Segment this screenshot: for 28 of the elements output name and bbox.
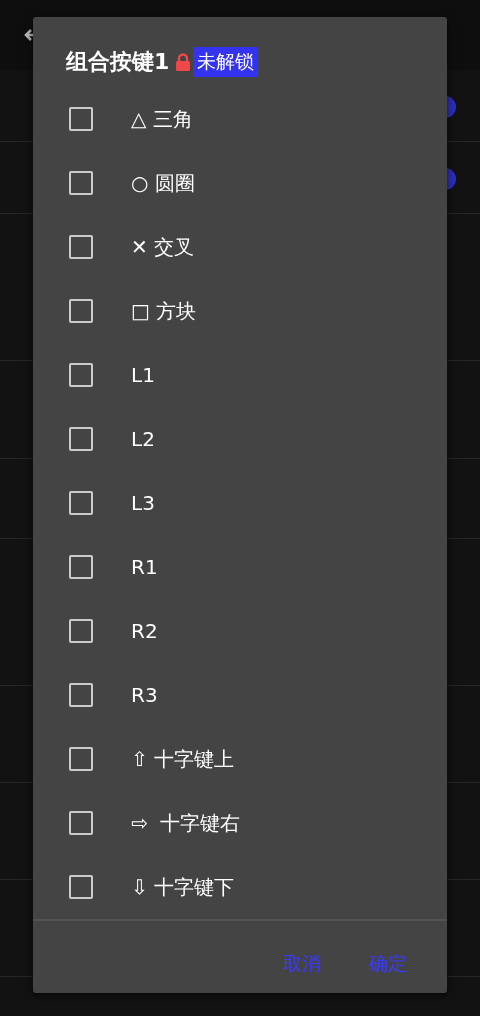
checkbox[interactable] xyxy=(69,299,93,323)
checkbox[interactable] xyxy=(69,427,93,451)
checkbox[interactable] xyxy=(69,363,93,387)
option-label[interactable]: ○ 圆圈 xyxy=(131,169,195,197)
option-label[interactable]: R2 xyxy=(131,619,158,643)
option-label[interactable]: ⇧ 十字键上 xyxy=(131,745,235,773)
option-label[interactable]: L2 xyxy=(131,427,155,451)
checkbox[interactable] xyxy=(69,747,93,771)
checkbox[interactable] xyxy=(69,619,93,643)
checkbox[interactable] xyxy=(69,811,93,835)
checkbox[interactable] xyxy=(69,491,93,515)
option-label[interactable]: ⇩ 十字键下 xyxy=(131,873,235,901)
option-label[interactable]: □ 方块 xyxy=(131,297,197,325)
option-label[interactable]: ⇨ 十字键右 xyxy=(131,809,241,837)
option-label[interactable]: ✕ 交叉 xyxy=(131,233,195,261)
checkbox[interactable] xyxy=(69,875,93,899)
checkbox[interactable] xyxy=(69,555,93,579)
checkbox[interactable] xyxy=(69,683,93,707)
option-label[interactable]: R1 xyxy=(131,555,158,579)
status-badge: 未解锁 xyxy=(193,47,259,77)
dialog-title: 组合按键1 xyxy=(66,48,170,76)
checkbox[interactable] xyxy=(69,107,93,131)
checkbox[interactable] xyxy=(69,235,93,259)
checkbox[interactable] xyxy=(69,171,93,195)
option-label[interactable]: L1 xyxy=(131,363,155,387)
option-label[interactable]: R3 xyxy=(131,683,158,707)
option-label[interactable]: △ 三角 xyxy=(131,105,193,133)
option-label[interactable]: L3 xyxy=(131,491,155,515)
